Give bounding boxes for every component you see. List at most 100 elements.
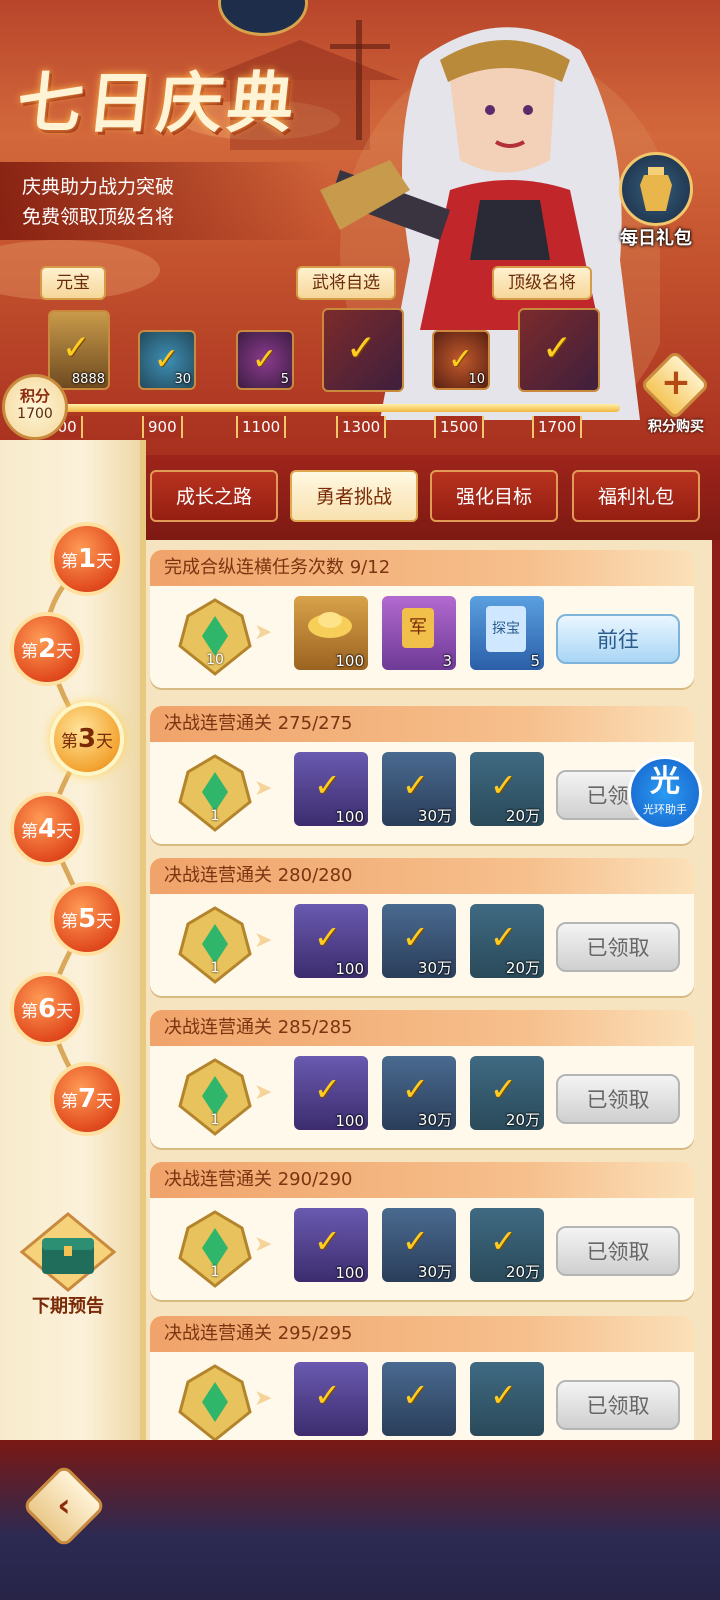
coin-item[interactable]: ✓ [382, 1362, 456, 1436]
day-3-button[interactable]: 第3天 [50, 702, 124, 776]
coin-item[interactable]: ✓ 30万 [382, 1208, 456, 1282]
task-card: 决战连营通关 290/290 1 ➤ ✓ 100 ✓ 30万 ✓ 20万 已领取 [150, 1162, 694, 1300]
claimed-button[interactable]: 已领取 [556, 1074, 680, 1124]
reward-label-ingot: 元宝 [40, 266, 106, 300]
emblem-count: 1 [210, 1264, 220, 1280]
arrow-right-icon: ➤ [254, 776, 273, 801]
claimed-button[interactable]: 已领取 [556, 1380, 680, 1430]
claimed-check-icon: ✓ [402, 1222, 429, 1260]
book-item[interactable]: ✓ 100 [294, 904, 368, 978]
coin-item[interactable]: ✓ 30万 [382, 1056, 456, 1130]
book-item[interactable]: ✓ 100 [294, 752, 368, 826]
daily-gift-button[interactable]: 每日礼包 [613, 152, 699, 252]
treasure-chest-icon [19, 1212, 117, 1292]
day-prefix: 第 [60, 552, 78, 572]
claimed-button[interactable]: 已领取 [556, 1226, 680, 1276]
halo-assistant-button[interactable]: 光 光环助手 [628, 756, 702, 830]
day-suffix: 天 [56, 822, 74, 842]
emblem-reward-icon[interactable]: 1 [170, 1056, 260, 1138]
claimed-check-icon: ✓ [402, 1070, 429, 1108]
next-preview-button[interactable]: 下期预告 [18, 1210, 118, 1320]
milestone-tick: 1700 [532, 416, 583, 438]
go-button[interactable]: 前往 [556, 614, 680, 664]
emblem-count: 10 [206, 652, 224, 668]
claimed-check-icon: ✓ [314, 766, 341, 804]
emblem-reward-icon[interactable]: 1 [170, 752, 260, 834]
orb-reward-icon[interactable]: ✓ 30 [138, 330, 196, 390]
emblem-reward-icon[interactable] [170, 1362, 260, 1440]
claimed-check-icon: ✓ [402, 1376, 429, 1414]
day-number: 6 [37, 994, 57, 1024]
day-suffix: 天 [56, 1002, 74, 1022]
claimed-check-icon: ✓ [490, 766, 517, 804]
emblem-reward-icon[interactable]: 10 [170, 596, 260, 678]
halo-assistant-label: 光环助手 [643, 803, 687, 816]
claimed-button[interactable]: 已领取 [556, 922, 680, 972]
day-2-button[interactable]: 第2天 [10, 612, 84, 686]
claimed-check-icon: ✓ [314, 1222, 341, 1260]
day-number: 4 [37, 814, 57, 844]
green-orb-item[interactable]: ✓ 20万 [470, 1056, 544, 1130]
gold-ingot-item[interactable]: 100 [294, 596, 368, 670]
green-orb-item[interactable]: ✓ 20万 [470, 1208, 544, 1282]
green-orb-item[interactable]: ✓ 20万 [470, 752, 544, 826]
day-4-button[interactable]: 第4天 [10, 792, 84, 866]
buy-points-button[interactable]: + 积分购买 [639, 349, 712, 440]
book-item[interactable]: ✓ [294, 1362, 368, 1436]
item-count: 30万 [417, 959, 452, 977]
score-badge: 积分 1700 [2, 374, 68, 440]
day-suffix: 天 [96, 1092, 114, 1112]
halo-icon: 光 [650, 764, 680, 799]
item-count: 20万 [505, 1263, 540, 1281]
back-arrow-icon: ‹ [57, 1486, 71, 1524]
day-prefix: 第 [20, 1002, 38, 1022]
claimed-check-icon: ✓ [314, 1376, 341, 1414]
reward-label-top-general: 顶级名将 [492, 266, 592, 300]
buy-points-label: 积分购买 [648, 419, 704, 435]
day-6-button[interactable]: 第6天 [10, 972, 84, 1046]
subtitle-line-1: 庆典助力战力突破 [22, 176, 175, 198]
emblem-reward-icon[interactable]: 1 [170, 904, 260, 986]
day-1-button[interactable]: 第1天 [50, 522, 124, 596]
tab-enhance-goal[interactable]: 强化目标 [430, 470, 558, 522]
score-value: 1700 [17, 406, 53, 422]
tab-hero-challenge[interactable]: 勇者挑战 [290, 470, 418, 522]
claimed-check-icon: ✓ [490, 1070, 517, 1108]
ingot-reward-icon[interactable]: ✓ 8888 [48, 310, 110, 390]
coin-item[interactable]: ✓ 30万 [382, 904, 456, 978]
explore-treasure-item[interactable]: 探宝 5 [470, 596, 544, 670]
scroll-reward-icon[interactable]: ✓ 10 [432, 330, 490, 390]
task-list[interactable]: 完成合纵连横任务次数 9/12 10 ➤ 100 军 3 探宝 5 前往 决战连… [146, 540, 712, 1440]
item-count: 30万 [417, 807, 452, 825]
item-count: 100 [335, 960, 364, 978]
arrow-right-icon: ➤ [254, 1386, 273, 1411]
tab-welfare-gift[interactable]: 福利礼包 [572, 470, 700, 522]
claimed-check-icon: ✓ [490, 918, 517, 956]
milestone-tick: 1100 [236, 416, 287, 438]
potion-reward-icon[interactable]: ✓ 5 [236, 330, 294, 390]
milestone-tick: 1300 [336, 416, 387, 438]
general-choice-book-icon[interactable]: ✓ [322, 308, 404, 392]
day-prefix: 第 [20, 822, 38, 842]
green-orb-item[interactable]: ✓ [470, 1362, 544, 1436]
reward-count: 30 [174, 372, 191, 387]
coin-item[interactable]: ✓ 30万 [382, 752, 456, 826]
top-general-book-icon[interactable]: ✓ [518, 308, 600, 392]
tab-growth-road[interactable]: 成长之路 [150, 470, 278, 522]
event-banner: 七日庆典 庆典助力战力突破 免费领取顶级名将 每日礼包 元宝 武将自选 顶级名将… [0, 0, 720, 455]
emblem-reward-icon[interactable]: 1 [170, 1208, 260, 1290]
claimed-check-icon: ✓ [402, 918, 429, 956]
army-token-item[interactable]: 军 3 [382, 596, 456, 670]
day-7-button[interactable]: 第7天 [50, 1062, 124, 1136]
item-count: 100 [335, 808, 364, 826]
day-5-button[interactable]: 第5天 [50, 882, 124, 956]
task-title: 完成合纵连横任务次数 9/12 [150, 550, 694, 586]
claimed-check-icon: ✓ [542, 328, 573, 369]
green-orb-item[interactable]: ✓ 20万 [470, 904, 544, 978]
day-suffix: 天 [56, 642, 74, 662]
claimed-check-icon: ✓ [314, 918, 341, 956]
book-item[interactable]: ✓ 100 [294, 1056, 368, 1130]
plus-icon: + [660, 362, 692, 403]
army-token-icon: 军 [402, 608, 434, 648]
book-item[interactable]: ✓ 100 [294, 1208, 368, 1282]
